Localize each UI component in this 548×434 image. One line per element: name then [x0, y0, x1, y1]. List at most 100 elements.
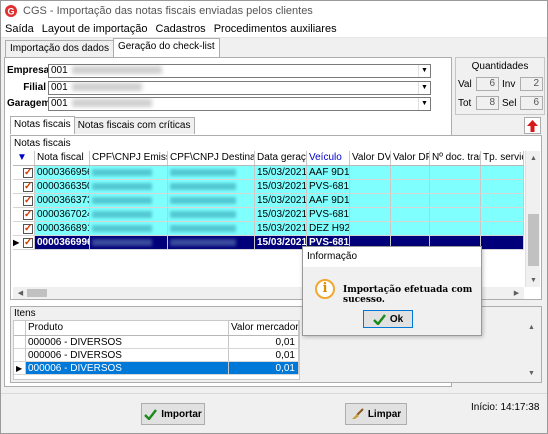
cgs-logo-icon: G — [4, 4, 18, 18]
red-arrow-up-icon — [527, 119, 538, 132]
cell-produto: 000006 - DIVERSOS — [26, 362, 229, 374]
hscroll-thumb[interactable] — [27, 289, 47, 297]
col-tp-servico[interactable]: Tp. serviço — [481, 151, 524, 165]
cell-cnpj-emissor — [90, 208, 168, 221]
scroll-down-icon[interactable]: ▼ — [524, 366, 539, 380]
tab-notas-fiscais-criticas[interactable]: Notas fiscais com críticas — [73, 117, 195, 134]
notas-grid-header: ▼ Nota fiscal CPF\CNPJ Emissor CPF\CNPJ … — [13, 151, 524, 166]
cell-cnpj-destinatario — [168, 194, 255, 207]
scroll-up-icon[interactable]: ▲ — [524, 320, 539, 334]
cell-data-geracao: 15/03/2021 — [255, 180, 307, 193]
table-row[interactable]: 0000366350 15/03/2021PVS-6819 — [13, 180, 524, 194]
cell-veiculo: PVS-6819 — [307, 208, 350, 221]
cell-empty — [430, 222, 481, 235]
cell-valor-mercadoria: 0,01 — [229, 336, 299, 348]
scroll-left-icon[interactable]: ◀ — [13, 286, 28, 300]
menu-saida[interactable]: Saída — [1, 23, 38, 35]
ok-button[interactable]: Ok — [363, 310, 413, 328]
cell-cnpj-destinatario — [168, 236, 255, 249]
chevron-down-icon[interactable]: ▼ — [418, 64, 430, 77]
cell-cnpj-destinatario — [168, 208, 255, 221]
row-indicator — [13, 208, 35, 221]
svg-text:G: G — [8, 7, 15, 17]
sel-value: 6 — [520, 96, 543, 110]
row-indicator: ▶ — [14, 362, 26, 374]
chevron-down-icon[interactable]: ▼ — [418, 81, 430, 94]
row-indicator — [13, 194, 35, 207]
cell-empty — [350, 166, 391, 179]
broom-icon — [351, 408, 364, 419]
list-item[interactable]: 000006 - DIVERSOS 0,01 — [14, 336, 299, 349]
cell-empty — [391, 222, 430, 235]
col-nota-fiscal[interactable]: Nota fiscal — [35, 151, 90, 165]
garagem-value: 001 — [51, 98, 68, 109]
col-valor-dv[interactable]: Valor DV — [350, 151, 391, 165]
list-item[interactable]: 000006 - DIVERSOS 0,01 — [14, 349, 299, 362]
table-row[interactable]: 0000366891 15/03/2021DEZ H920 — [13, 222, 524, 236]
menu-procedimentos-auxiliares[interactable]: Procedimentos auxiliares — [210, 23, 341, 35]
col-valor-mercadoria[interactable]: Valor mercadoria — [229, 321, 299, 335]
cell-empty — [481, 222, 524, 235]
check-icon — [372, 313, 386, 325]
row-indicator — [13, 166, 35, 179]
sort-indicator-icon[interactable]: ▼ — [13, 151, 35, 165]
cell-empty — [391, 208, 430, 221]
info-dialog: Informação i Importação efetuada com suc… — [302, 246, 482, 336]
col-produto[interactable]: Produto — [26, 321, 229, 335]
cell-empty — [350, 180, 391, 193]
tab-notas-fiscais[interactable]: Notas fiscais — [10, 116, 75, 134]
row-checkbox[interactable] — [23, 166, 33, 179]
table-row[interactable]: 0000366956 15/03/2021AAF 9D16 — [13, 166, 524, 180]
garagem-label: Garagem — [7, 98, 51, 109]
cell-cnpj-emissor — [90, 166, 168, 179]
cell-empty — [391, 194, 430, 207]
row-checkbox[interactable] — [23, 180, 33, 193]
cell-cnpj-emissor — [90, 180, 168, 193]
val-label: Val — [458, 78, 472, 90]
title-bar: G CGS - Importação das notas fiscais env… — [1, 1, 547, 21]
tab-geracao-check-list[interactable]: Geração do check-list — [112, 38, 220, 57]
menu-layout-importacao[interactable]: Layout de importação — [38, 23, 152, 35]
main-window: G CGS - Importação das notas fiscais env… — [0, 0, 548, 434]
menu-cadastros[interactable]: Cadastros — [152, 23, 210, 35]
limpar-button[interactable]: Limpar — [345, 403, 407, 425]
table-row[interactable]: 0000366373 15/03/2021AAF 9D16 — [13, 194, 524, 208]
col-data-geracao[interactable]: Data geração — [255, 151, 307, 165]
scroll-up-icon[interactable]: ▲ — [526, 151, 541, 165]
importar-button[interactable]: Importar — [141, 403, 205, 425]
col-cnpj-emissor[interactable]: CPF\CNPJ Emissor — [90, 151, 168, 165]
empresa-combo[interactable]: 001 ▼ — [48, 63, 431, 78]
scroll-thumb[interactable] — [528, 214, 539, 266]
chevron-down-icon[interactable]: ▼ — [418, 97, 430, 110]
notas-vertical-scrollbar[interactable]: ▲ ▼ — [525, 151, 540, 287]
quantidades-title: Quantidades — [471, 61, 529, 72]
menu-bar: Saída Layout de importação Cadastros Pro… — [1, 21, 547, 38]
tab-importacao-dados[interactable]: Importação dos dados — [5, 40, 114, 57]
tot-value: 8 — [476, 96, 499, 110]
cell-empty — [481, 236, 524, 249]
garagem-combo[interactable]: 001 ▼ — [48, 96, 431, 111]
cell-valor-mercadoria: 0,01 — [229, 362, 299, 374]
col-valor-df[interactable]: Valor DF — [391, 151, 430, 165]
cell-veiculo: AAF 9D16 — [307, 194, 350, 207]
col-doc-trans[interactable]: Nº doc. trans — [430, 151, 481, 165]
row-checkbox[interactable] — [23, 194, 33, 207]
itens-vertical-scrollbar[interactable]: ▲ ▼ — [524, 320, 539, 380]
col-cnpj-destinatario[interactable]: CPF\CNPJ Destinatário — [168, 151, 255, 165]
export-button[interactable] — [524, 117, 541, 134]
cell-cnpj-emissor — [90, 236, 168, 249]
scroll-right-icon[interactable]: ▶ — [509, 286, 524, 300]
bottom-bar — [1, 393, 547, 433]
limpar-label: Limpar — [367, 408, 402, 420]
row-checkbox[interactable] — [23, 222, 33, 235]
filial-combo[interactable]: 001 ▼ — [48, 80, 431, 95]
scroll-down-icon[interactable]: ▼ — [526, 273, 541, 287]
cell-data-geracao: 15/03/2021 — [255, 208, 307, 221]
list-item[interactable]: ▶ 000006 - DIVERSOS 0,01 — [14, 362, 299, 375]
table-row[interactable]: 0000367024 15/03/2021PVS-6819 — [13, 208, 524, 222]
row-checkbox[interactable] — [23, 208, 33, 221]
filial-value: 001 — [51, 82, 68, 93]
row-checkbox[interactable] — [23, 236, 33, 249]
col-veiculo[interactable]: Veículo — [307, 151, 350, 165]
info-icon: i — [315, 279, 335, 299]
